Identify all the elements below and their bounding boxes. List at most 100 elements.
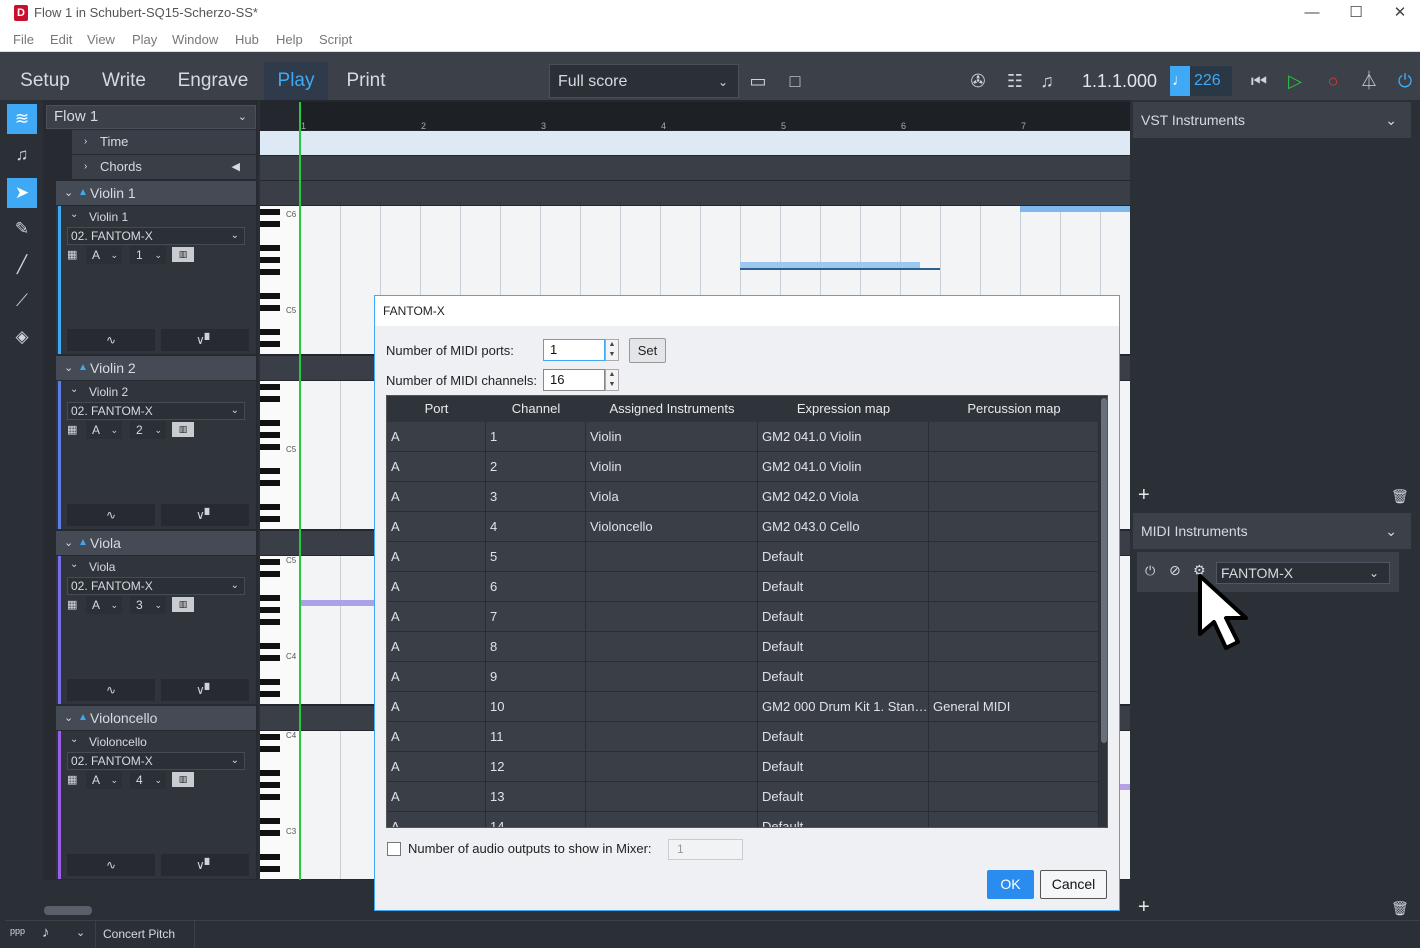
table-row[interactable]: A 12 Default bbox=[387, 752, 1099, 782]
mode-tab-engrave[interactable]: Engrave bbox=[166, 62, 260, 100]
close-window-button[interactable]: ✕ bbox=[1380, 2, 1420, 24]
column-header-expression[interactable]: Expression map bbox=[758, 396, 929, 422]
table-row[interactable]: A 2 Violin GM2 041.0 Violin bbox=[387, 452, 1099, 482]
black-key[interactable] bbox=[260, 516, 280, 522]
tempo-display[interactable]: ♩ 226 bbox=[1170, 66, 1232, 96]
port-select[interactable]: A ⌄ bbox=[86, 421, 122, 439]
note[interactable] bbox=[300, 600, 374, 606]
set-button[interactable]: Set bbox=[629, 338, 666, 363]
black-key[interactable] bbox=[260, 504, 280, 510]
instrument-header-violin-2[interactable]: ⌄ ▲ Violin 2 bbox=[56, 356, 256, 380]
velocity-button[interactable]: ∨▘ bbox=[161, 854, 249, 876]
table-cell[interactable] bbox=[929, 542, 1099, 572]
dynamics-icon[interactable]: ppp bbox=[10, 926, 25, 936]
table-row[interactable]: A 1 Violin GM2 041.0 Violin bbox=[387, 422, 1099, 452]
menu-play[interactable]: Play bbox=[132, 32, 157, 47]
table-scrollbar[interactable] bbox=[1099, 396, 1107, 827]
table-cell[interactable] bbox=[929, 512, 1099, 542]
midi-channels-input[interactable]: 16 bbox=[543, 369, 605, 391]
table-cell[interactable]: GM2 041.0 Violin bbox=[758, 452, 929, 482]
black-key[interactable] bbox=[260, 468, 280, 474]
column-header-port[interactable]: Port bbox=[387, 396, 486, 422]
chevron-down-icon[interactable]: ⌄ bbox=[70, 559, 78, 570]
mode-tab-setup[interactable]: Setup bbox=[8, 62, 82, 100]
video-icon[interactable]: ✇ bbox=[963, 66, 993, 96]
keyboard-icon[interactable]: ▥ bbox=[172, 422, 194, 437]
black-key[interactable] bbox=[260, 655, 280, 661]
column-header-assigned[interactable]: Assigned Instruments bbox=[586, 396, 758, 422]
black-key[interactable] bbox=[260, 619, 280, 625]
table-cell[interactable]: Default bbox=[758, 572, 929, 602]
page-view-icon[interactable]: □ bbox=[780, 66, 810, 96]
black-key[interactable] bbox=[260, 480, 280, 486]
chevron-down-icon[interactable]: ⌄ bbox=[70, 734, 78, 745]
add-midi-icon[interactable]: + bbox=[1138, 896, 1150, 919]
channel-select[interactable]: 2 ⌄ bbox=[130, 421, 166, 439]
edit-icon[interactable]: ⊘ bbox=[1169, 562, 1181, 579]
black-key[interactable] bbox=[260, 432, 280, 438]
table-row[interactable]: A 10 GM2 000 Drum Kit 1. Standard General M… bbox=[387, 692, 1099, 722]
pencil-icon[interactable]: ✎ bbox=[7, 214, 37, 244]
midi-input-icon[interactable]: ♫ bbox=[1032, 66, 1062, 96]
black-key[interactable] bbox=[260, 257, 280, 263]
keyboard-icon[interactable]: ▥ bbox=[172, 772, 194, 787]
black-key[interactable] bbox=[260, 770, 280, 776]
black-key[interactable] bbox=[260, 854, 280, 860]
velocity-button[interactable]: ∨▘ bbox=[161, 504, 249, 526]
table-row[interactable]: A 3 Viola GM2 042.0 Viola bbox=[387, 482, 1099, 512]
black-key[interactable] bbox=[260, 305, 280, 311]
velocity-button[interactable]: ∨▘ bbox=[161, 329, 249, 351]
table-cell[interactable] bbox=[929, 452, 1099, 482]
black-key[interactable] bbox=[260, 420, 280, 426]
eraser-icon[interactable]: ◈ bbox=[7, 322, 37, 352]
black-key[interactable] bbox=[260, 293, 280, 299]
automation-button[interactable]: ∿ bbox=[67, 854, 155, 876]
mode-tab-print[interactable]: Print bbox=[333, 62, 399, 100]
black-key[interactable] bbox=[260, 782, 280, 788]
black-key[interactable] bbox=[260, 830, 280, 836]
black-key[interactable] bbox=[260, 794, 280, 800]
table-row[interactable]: A 13 Default bbox=[387, 782, 1099, 812]
table-cell[interactable]: GM2 043.0 Cello bbox=[758, 512, 929, 542]
black-key[interactable] bbox=[260, 691, 280, 697]
menu-file[interactable]: File bbox=[13, 32, 34, 47]
mixer-icon[interactable]: ☷ bbox=[1000, 66, 1030, 96]
black-key[interactable] bbox=[260, 559, 280, 565]
concert-pitch-toggle[interactable]: Concert Pitch bbox=[95, 920, 195, 948]
channel-select[interactable]: 3 ⌄ bbox=[130, 596, 166, 614]
maximize-button[interactable]: ☐ bbox=[1336, 2, 1376, 24]
device-select[interactable]: 02. FANTOM-X ⌄ bbox=[67, 577, 245, 595]
power-icon[interactable]: ⏻ bbox=[1390, 66, 1420, 96]
port-select[interactable]: A ⌄ bbox=[86, 771, 122, 789]
chevron-down-icon[interactable]: ⌄ bbox=[70, 384, 78, 395]
black-key[interactable] bbox=[260, 866, 280, 872]
table-cell[interactable]: Default bbox=[758, 602, 929, 632]
note-icon[interactable]: ♫ bbox=[7, 140, 37, 170]
midi-ports-input[interactable]: 1 bbox=[543, 339, 605, 361]
black-key[interactable] bbox=[260, 595, 280, 601]
layout-select[interactable]: Full score ⌄ bbox=[549, 64, 739, 98]
black-key[interactable] bbox=[260, 746, 280, 752]
chevron-down-icon[interactable]: ⌄ bbox=[76, 926, 85, 939]
keyboard-icon[interactable]: ▥ bbox=[172, 597, 194, 612]
channel-select[interactable]: 4 ⌄ bbox=[130, 771, 166, 789]
black-key[interactable] bbox=[260, 329, 280, 335]
table-cell[interactable]: Default bbox=[758, 542, 929, 572]
table-cell[interactable]: Default bbox=[758, 722, 929, 752]
menu-help[interactable]: Help bbox=[276, 32, 303, 47]
midi-channels-stepper[interactable]: ▲ ▼ bbox=[605, 369, 619, 391]
chords-track[interactable]: › Chords ◀ bbox=[72, 155, 256, 179]
instrument-header-violin-1[interactable]: ⌄ ▲ Violin 1 bbox=[56, 181, 256, 205]
table-cell[interactable]: GM2 000 Drum Kit 1. Standard bbox=[758, 692, 929, 722]
menu-window[interactable]: Window bbox=[172, 32, 218, 47]
table-cell[interactable]: Default bbox=[758, 662, 929, 692]
horizontal-scrollbar[interactable] bbox=[44, 906, 92, 915]
black-key[interactable] bbox=[260, 341, 280, 347]
channel-select[interactable]: 1 ⌄ bbox=[130, 246, 166, 264]
midi-ports-stepper[interactable]: ▲ ▼ bbox=[605, 339, 619, 361]
column-header-channel[interactable]: Channel bbox=[486, 396, 586, 422]
table-cell[interactable] bbox=[929, 602, 1099, 632]
table-cell[interactable] bbox=[929, 572, 1099, 602]
table-cell[interactable] bbox=[929, 812, 1099, 827]
ok-button[interactable]: OK bbox=[987, 870, 1034, 899]
